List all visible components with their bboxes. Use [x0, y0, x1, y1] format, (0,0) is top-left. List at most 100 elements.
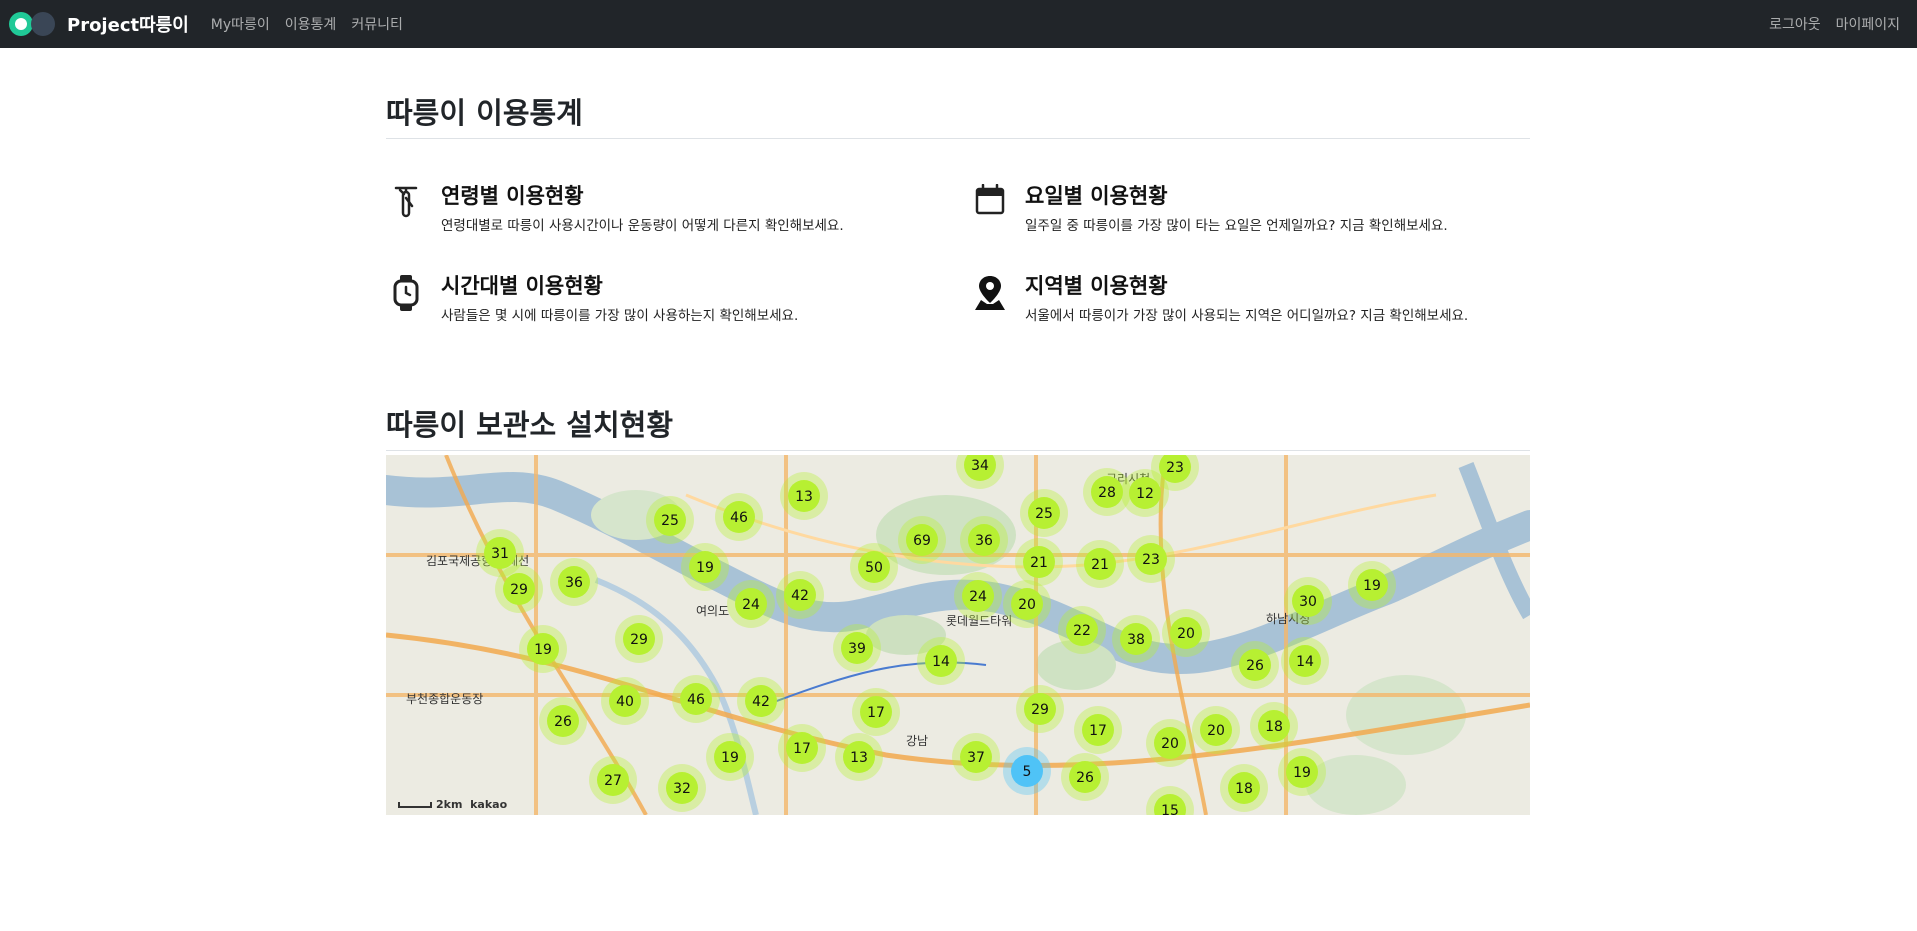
top-navbar: Project따릉이 My따릉이 이용통계 커뮤니티 로그아웃 마이페이지 — [0, 0, 1917, 48]
cluster-count-label: 21 — [1030, 555, 1048, 571]
feature-weekday-usage[interactable]: 요일별 이용현황 일주일 중 따릉이를 가장 많이 타는 요일은 언제일까요? … — [970, 180, 1510, 236]
nav-usage-stats[interactable]: 이용통계 — [285, 14, 337, 34]
bike-station-cluster[interactable]: 18 — [1250, 702, 1298, 750]
feature-age-desc: 연령대별로 따릉이 사용시간이나 운동량이 어떻게 다른지 확인해보세요. — [441, 218, 844, 234]
cluster-count-label: 28 — [1098, 485, 1116, 501]
bike-station-cluster[interactable]: 17 — [778, 724, 826, 772]
bike-station-cluster[interactable]: 14 — [1281, 637, 1329, 685]
brand-logo-icon — [9, 9, 57, 39]
storage-map[interactable]: 구리시청 하남시청 김포국제공항 국제선 부천종합운동장 여의도 롯데월드타워 강남 34 2… — [386, 455, 1530, 815]
bike-station-cluster[interactable]: 25 — [646, 496, 694, 544]
cluster-count-label: 39 — [848, 641, 866, 657]
bike-station-cluster[interactable]: 32 — [658, 764, 706, 812]
bike-station-cluster[interactable]: 20 — [1162, 609, 1210, 657]
bike-station-cluster[interactable]: 34 — [956, 455, 1004, 489]
bike-station-cluster[interactable]: 26 — [539, 697, 587, 745]
kakao-logo: kakao — [470, 798, 508, 811]
bike-station-cluster[interactable]: 5 — [1003, 747, 1051, 795]
feature-age-title: 연령별 이용현황 — [441, 184, 584, 208]
bike-station-cluster[interactable]: 17 — [1074, 706, 1122, 754]
feature-grid: 연령별 이용현황 연령대별로 따릉이 사용시간이나 운동량이 어떻게 다른지 확… — [386, 180, 1530, 350]
cluster-count-label: 23 — [1166, 460, 1184, 476]
bike-station-cluster[interactable]: 19 — [1278, 748, 1326, 796]
feature-weekday-title: 요일별 이용현황 — [1025, 184, 1168, 208]
bike-station-cluster[interactable]: 42 — [737, 677, 785, 725]
bike-station-cluster[interactable]: 24 — [727, 580, 775, 628]
bike-station-cluster[interactable]: 15 — [1146, 786, 1194, 815]
cluster-count-label: 17 — [867, 705, 885, 721]
bike-station-cluster[interactable]: 27 — [589, 756, 637, 804]
bike-station-cluster[interactable]: 29 — [1016, 685, 1064, 733]
bike-station-cluster[interactable]: 13 — [835, 733, 883, 781]
watch-icon — [386, 270, 426, 311]
bike-station-cluster[interactable]: 17 — [852, 688, 900, 736]
cluster-count-label: 27 — [604, 773, 622, 789]
cluster-count-label: 24 — [969, 589, 987, 605]
bike-station-cluster[interactable]: 23 — [1127, 535, 1175, 583]
bike-station-cluster[interactable]: 19 — [681, 543, 729, 591]
bike-station-cluster[interactable]: 38 — [1112, 615, 1160, 663]
cluster-count-label: 26 — [1076, 770, 1094, 786]
bike-station-cluster[interactable]: 37 — [952, 733, 1000, 781]
bike-station-cluster[interactable]: 22 — [1058, 606, 1106, 654]
cluster-count-label: 14 — [932, 654, 950, 670]
bike-station-cluster[interactable]: 21 — [1076, 540, 1124, 588]
bike-station-cluster[interactable]: 46 — [715, 493, 763, 541]
bike-station-cluster[interactable]: 14 — [917, 637, 965, 685]
bike-station-cluster[interactable]: 13 — [780, 472, 828, 520]
bike-station-cluster[interactable]: 20 — [1146, 719, 1194, 767]
cluster-count-label: 38 — [1127, 632, 1145, 648]
bike-station-cluster[interactable]: 26 — [1231, 641, 1279, 689]
nav-mypage[interactable]: 마이페이지 — [1836, 14, 1900, 34]
bike-station-cluster[interactable]: 50 — [850, 543, 898, 591]
bike-station-cluster[interactable]: 25 — [1020, 489, 1068, 537]
cluster-layer: 34 23 13 28 12 25 46 25 69 36 31 19 50 21 21 23 19 29 36 42… — [476, 455, 1396, 815]
bike-station-cluster[interactable]: 20 — [1192, 706, 1240, 754]
nav-my-ttareungi[interactable]: My따릉이 — [211, 14, 270, 34]
nav-logout[interactable]: 로그아웃 — [1769, 14, 1821, 34]
bicycle-icon — [386, 180, 426, 220]
bike-station-cluster[interactable]: 39 — [833, 624, 881, 672]
bike-station-cluster[interactable]: 26 — [1061, 753, 1109, 801]
cluster-count-label: 22 — [1073, 623, 1091, 639]
bike-station-cluster[interactable]: 19 — [519, 625, 567, 673]
cluster-count-label: 18 — [1235, 781, 1253, 797]
cluster-count-label: 15 — [1161, 803, 1179, 815]
bike-station-cluster[interactable]: 18 — [1220, 764, 1268, 812]
bike-station-cluster[interactable]: 30 — [1284, 577, 1332, 625]
cluster-count-label: 5 — [1023, 764, 1032, 780]
bike-station-cluster[interactable]: 36 — [550, 558, 598, 606]
cluster-count-label: 50 — [865, 560, 883, 576]
bike-station-cluster[interactable]: 12 — [1121, 469, 1169, 517]
bike-station-cluster[interactable]: 19 — [706, 733, 754, 781]
feature-hourly-usage[interactable]: 시간대별 이용현황 사람들은 몇 시에 따릉이를 가장 많이 사용하는지 확인해… — [386, 270, 926, 326]
bike-station-cluster[interactable]: 29 — [615, 615, 663, 663]
bike-station-cluster[interactable]: 42 — [776, 571, 824, 619]
cluster-count-label: 14 — [1296, 654, 1314, 670]
bike-station-cluster[interactable]: 20 — [1003, 580, 1051, 628]
cluster-count-label: 29 — [510, 582, 528, 598]
cluster-count-label: 29 — [630, 632, 648, 648]
nav-community[interactable]: 커뮤니티 — [351, 14, 403, 34]
cluster-count-label: 46 — [730, 510, 748, 526]
brand-link[interactable]: Project따릉이 — [9, 9, 211, 39]
cluster-count-label: 19 — [696, 560, 714, 576]
bike-station-cluster[interactable]: 69 — [898, 516, 946, 564]
bike-station-cluster[interactable]: 24 — [954, 572, 1002, 620]
cluster-count-label: 25 — [661, 513, 679, 529]
nav-right-group: 로그아웃 마이페이지 — [1769, 14, 1915, 34]
stats-section-title: 따릉이 이용통계 — [386, 90, 1530, 139]
feature-region-title: 지역별 이용현황 — [1025, 274, 1168, 298]
bike-station-cluster[interactable]: 21 — [1015, 538, 1063, 586]
cluster-count-label: 20 — [1161, 736, 1179, 752]
feature-age-usage[interactable]: 연령별 이용현황 연령대별로 따릉이 사용시간이나 운동량이 어떻게 다른지 확… — [386, 180, 926, 236]
bike-station-cluster[interactable]: 19 — [1348, 561, 1396, 609]
cluster-count-label: 42 — [752, 694, 770, 710]
bike-station-cluster[interactable]: 36 — [960, 516, 1008, 564]
bike-station-cluster[interactable]: 29 — [495, 565, 543, 613]
bike-station-cluster[interactable]: 46 — [672, 675, 720, 723]
cluster-count-label: 12 — [1136, 486, 1154, 502]
bike-station-cluster[interactable]: 40 — [601, 677, 649, 725]
feature-hourly-desc: 사람들은 몇 시에 따릉이를 가장 많이 사용하는지 확인해보세요. — [441, 308, 799, 324]
feature-region-usage[interactable]: 지역별 이용현황 서울에서 따릉이가 가장 많이 사용되는 지역은 어디일까요?… — [970, 270, 1510, 326]
